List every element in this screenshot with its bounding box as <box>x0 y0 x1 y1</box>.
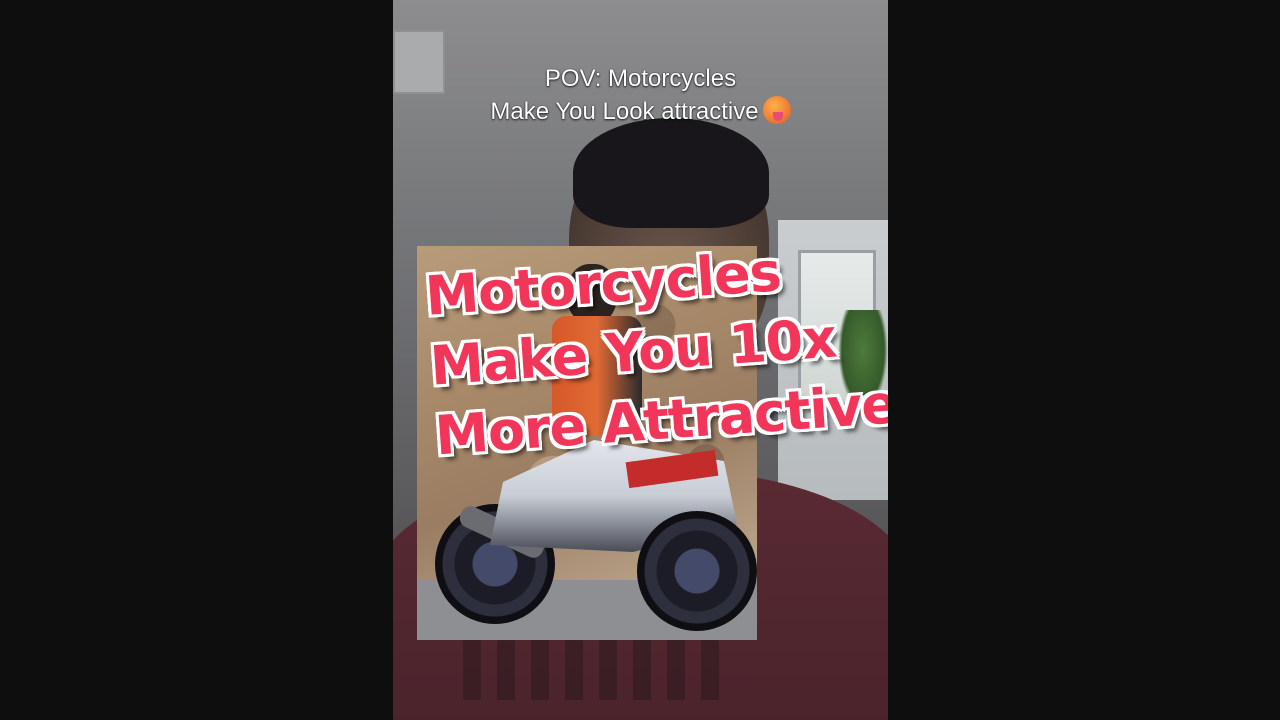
caption-line-2: Make You Look attractive <box>393 95 888 128</box>
caption-line-1: POV: Motorcycles <box>544 65 737 92</box>
video-frame[interactable]: POV: Motorcycles Make You Look attractiv… <box>393 0 888 720</box>
hot-face-emoji-icon <box>762 96 791 124</box>
caption-line-2-text: Make You Look attractive <box>490 98 759 125</box>
front-wheel <box>637 511 757 631</box>
shirt-print <box>463 640 723 700</box>
person-hair <box>573 118 769 228</box>
video-caption: POV: Motorcycles Make You Look attractiv… <box>393 62 888 128</box>
overlay-headline: Motorcycles Make You 10x More Attractive <box>423 229 888 471</box>
